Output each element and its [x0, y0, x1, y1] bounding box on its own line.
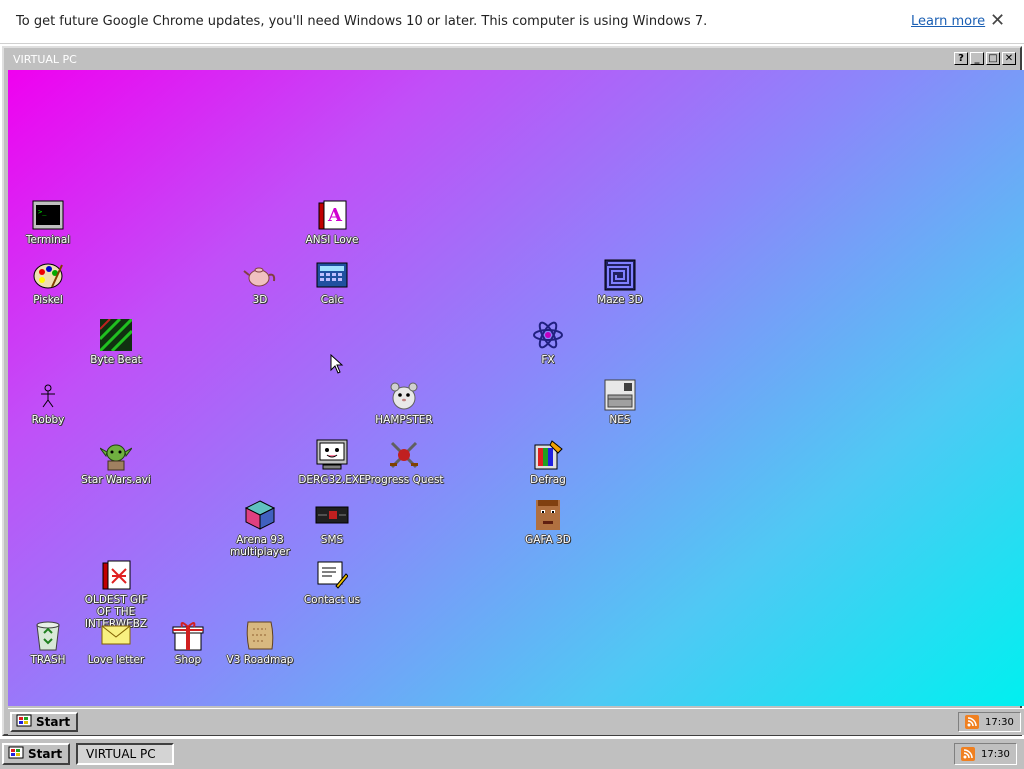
gift-icon: [171, 618, 205, 652]
close-button[interactable]: ✕: [1002, 52, 1016, 65]
icon-label: Contact us: [303, 594, 361, 606]
yoda-icon: [99, 438, 133, 472]
calculator-icon: [315, 258, 349, 292]
inner-start-button[interactable]: Start: [10, 712, 79, 732]
start-logo-icon: [16, 714, 32, 731]
desktop-icon-byte-beat[interactable]: Byte Beat: [76, 318, 156, 366]
desktop-icon-gafa-3d[interactable]: GAFA 3D: [508, 498, 588, 546]
icon-label: DERG32.EXE: [298, 474, 366, 486]
icon-label: Byte Beat: [90, 354, 142, 366]
terminal-icon: >_: [31, 198, 65, 232]
outer-clock: 17:30: [981, 748, 1010, 760]
icon-label: Star Wars.avi: [81, 474, 151, 486]
desktop-icon-defrag[interactable]: Defrag: [508, 438, 588, 486]
recycle-bin-icon: [31, 618, 65, 652]
cube-icon: [243, 498, 277, 532]
icon-label: SMS: [320, 534, 344, 546]
svg-text:>_: >_: [38, 208, 47, 216]
gif-file-icon: [99, 558, 133, 592]
desktop-icon-derg32[interactable]: DERG32.EXE: [292, 438, 372, 486]
icon-label: 3D: [252, 294, 268, 306]
teapot-icon: [243, 258, 277, 292]
desktop-icon-love-letter[interactable]: Love letter: [76, 618, 156, 666]
icon-label: Terminal: [25, 234, 71, 246]
virtual-pc-window: VIRTUAL PC ? _ □ ✕ >_ Terminal A ANSI Lo…: [2, 46, 1024, 736]
start-label: Start: [28, 747, 63, 761]
desktop-icon-terminal[interactable]: >_ Terminal: [8, 198, 88, 246]
icon-label: Calc: [320, 294, 344, 306]
icon-label: HAMPSTER: [375, 414, 433, 426]
mouse-cursor-icon: [330, 353, 344, 379]
stick-figure-icon: [31, 378, 65, 412]
desktop-icon-nes[interactable]: NES: [580, 378, 660, 426]
desktop-icon-progress-quest[interactable]: Progress Quest: [364, 438, 444, 486]
byte-beat-icon: [99, 318, 133, 352]
rss-icon[interactable]: [965, 715, 979, 729]
outer-start-button[interactable]: Start: [2, 743, 71, 765]
desktop-icon-ansi-love[interactable]: A ANSI Love: [292, 198, 372, 246]
desktop-icon-star-wars[interactable]: Star Wars.avi: [76, 438, 156, 486]
icon-label: FX: [541, 354, 555, 366]
desktop-icon-hampster[interactable]: HAMPSTER: [364, 378, 444, 426]
infobar-message: To get future Google Chrome updates, you…: [16, 14, 708, 29]
taskbar-item-virtual-pc[interactable]: VIRTUAL PC: [76, 743, 174, 765]
svg-text:A: A: [327, 205, 343, 226]
icon-label: GAFA 3D: [525, 534, 571, 546]
icon-label: Robby: [31, 414, 65, 426]
map-scroll-icon: [243, 618, 277, 652]
start-logo-icon: [8, 746, 24, 763]
window-title: VIRTUAL PC: [13, 53, 77, 66]
crossed-swords-icon: [387, 438, 421, 472]
atom-icon: [531, 318, 565, 352]
paint-palette-icon: [31, 258, 65, 292]
icon-label: Maze 3D: [597, 294, 643, 306]
maze-icon: [603, 258, 637, 292]
contact-note-icon: [315, 558, 349, 592]
desktop-icon-maze-3d[interactable]: Maze 3D: [580, 258, 660, 306]
outer-taskbar: Start VIRTUAL PC 17:30: [0, 738, 1024, 769]
nes-console-icon: [603, 378, 637, 412]
icon-label: NES: [609, 414, 631, 426]
infobar-close-icon[interactable]: ✕: [990, 10, 1005, 31]
inner-taskbar: Start 17:30: [8, 708, 1024, 735]
rss-icon[interactable]: [961, 747, 975, 761]
learn-more-link[interactable]: Learn more: [911, 14, 985, 29]
desktop-icon-contact-us[interactable]: Contact us: [292, 558, 372, 606]
icon-label: ANSI Love: [305, 234, 359, 246]
outer-system-tray: 17:30: [954, 743, 1017, 765]
desktop-icon-arena-93[interactable]: Arena 93 multiplayer: [220, 498, 300, 558]
help-button[interactable]: ?: [954, 52, 968, 65]
minimize-button[interactable]: _: [970, 52, 984, 65]
defrag-icon: [531, 438, 565, 472]
desktop-icon-v3-roadmap[interactable]: V3 Roadmap: [220, 618, 300, 666]
maximize-button[interactable]: □: [986, 52, 1000, 65]
desktop-icon-robby[interactable]: Robby: [8, 378, 88, 426]
desktop-icon-calc[interactable]: Calc: [292, 258, 372, 306]
desktop-icon-shop[interactable]: Shop: [148, 618, 228, 666]
computer-face-icon: [315, 438, 349, 472]
inner-clock: 17:30: [985, 716, 1014, 728]
doom-face-icon: [531, 498, 565, 532]
desktop-icon-sms[interactable]: SMS: [292, 498, 372, 546]
icon-label: Defrag: [530, 474, 566, 486]
hamster-icon: [387, 378, 421, 412]
inner-system-tray: 17:30: [958, 712, 1021, 732]
window-titlebar[interactable]: VIRTUAL PC ? _ □ ✕: [6, 50, 1018, 68]
desktop-icon-3d[interactable]: 3D: [220, 258, 300, 306]
icon-label: Progress Quest: [364, 474, 444, 486]
icon-label: Love letter: [87, 654, 145, 666]
icon-label: Arena 93 multiplayer: [230, 534, 290, 558]
icon-label: Shop: [174, 654, 202, 666]
icon-label: V3 Roadmap: [226, 654, 294, 666]
icon-label: Piskel: [33, 294, 63, 306]
desktop: >_ Terminal A ANSI Love Piskel 3D Calc M…: [8, 70, 1024, 706]
start-label: Start: [36, 715, 71, 729]
desktop-icon-piskel[interactable]: Piskel: [8, 258, 88, 306]
desktop-icon-fx[interactable]: FX: [508, 318, 588, 366]
envelope-icon: [99, 618, 133, 652]
ansi-love-icon: A: [315, 198, 349, 232]
sega-console-icon: [315, 498, 349, 532]
chrome-update-infobar: To get future Google Chrome updates, you…: [0, 0, 1024, 44]
